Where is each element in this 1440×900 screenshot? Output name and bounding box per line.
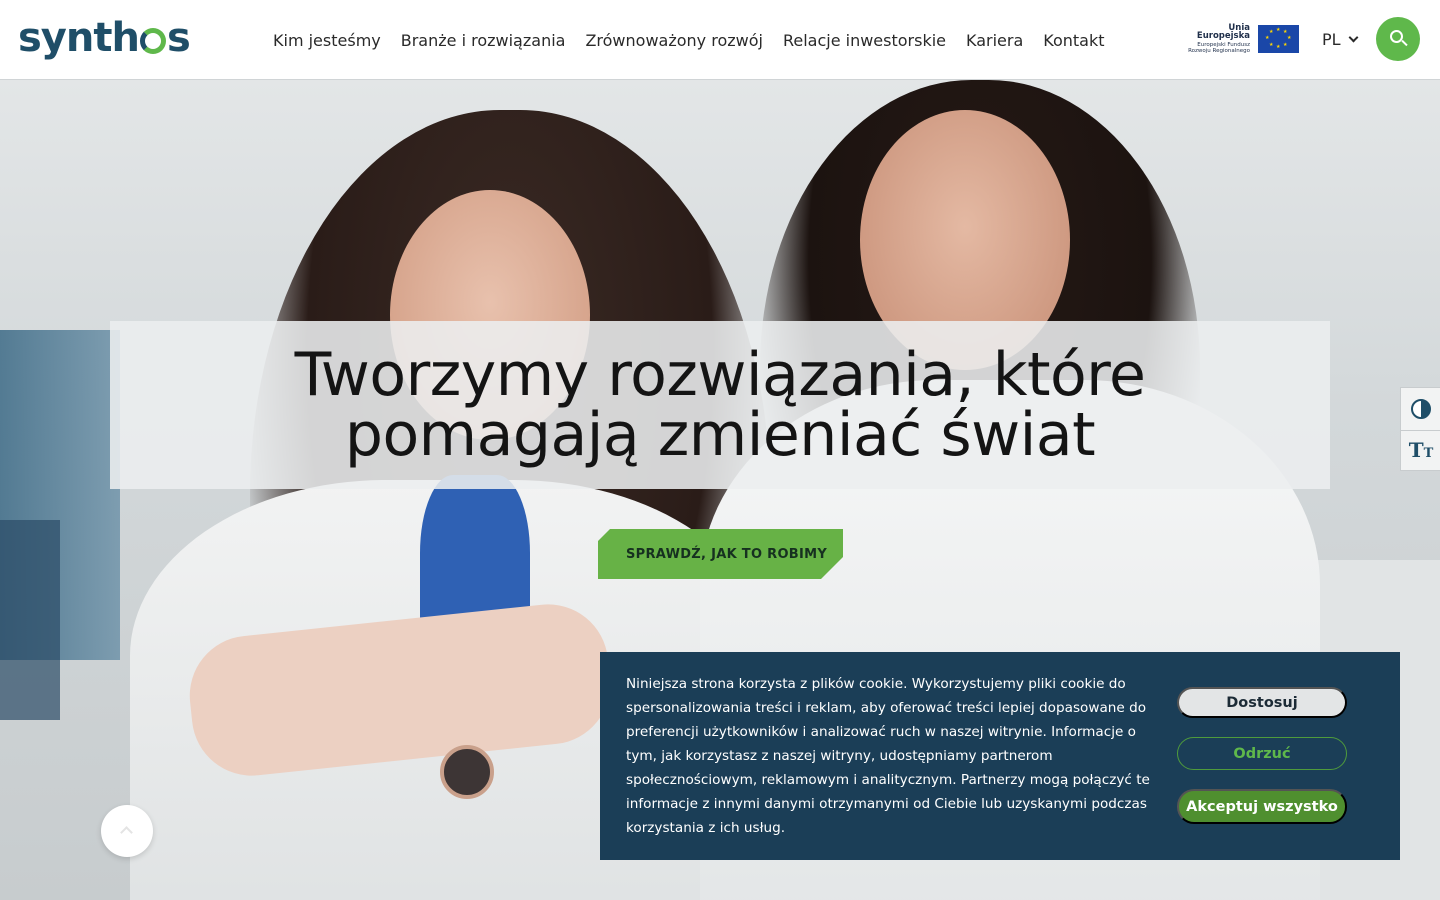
- hero-title: Tworzymy rozwiązania, które pomagają zmi…: [294, 340, 1146, 470]
- text-size-icon: TT: [1408, 437, 1434, 462]
- logo-text-end: s: [166, 15, 191, 61]
- eu-badge-title: Unia Europejska: [1196, 22, 1250, 41]
- eu-badge-text: Unia Europejska Europejski Fundusz Rozwo…: [1178, 22, 1250, 55]
- eu-flag-icon: ★ ★ ★ ★ ★ ★ ★ ★: [1258, 25, 1299, 53]
- cookie-customize-button[interactable]: Dostosuj: [1177, 687, 1347, 718]
- cookie-banner: Niniejsza strona korzysta z plików cooki…: [600, 652, 1400, 860]
- cookie-accept-all-button[interactable]: Akceptuj wszystko: [1177, 789, 1347, 824]
- nav-item-relacje-inwestorskie[interactable]: Relacje inwestorskie: [783, 31, 946, 50]
- text-size-button[interactable]: TT: [1401, 430, 1440, 472]
- cookie-banner-text: Niniejsza strona korzysta z plików cooki…: [626, 676, 1150, 836]
- eu-funding-badge[interactable]: Unia Europejska Europejski Fundusz Rozwo…: [1178, 22, 1300, 55]
- main-nav: Kim jesteśmy Branże i rozwiązania Zrówno…: [273, 0, 1125, 80]
- search-icon-handle: [1401, 39, 1408, 47]
- language-selector[interactable]: PL: [1322, 26, 1359, 52]
- site-header: synth s Kim jesteśmy Branże i rozwiązania…: [0, 0, 1440, 80]
- contrast-icon: [1411, 399, 1431, 419]
- search-button[interactable]: [1376, 17, 1420, 61]
- hero-title-box: Tworzymy rozwiązania, które pomagają zmi…: [110, 321, 1330, 489]
- logo-text-start: synth: [18, 15, 140, 61]
- chevron-down-icon: [1348, 32, 1359, 42]
- nav-item-kontakt[interactable]: Kontakt: [1043, 31, 1104, 50]
- eu-badge-subtitle-2: Rozwoju Regionalnego: [1188, 48, 1250, 54]
- cta-label: SPRAWDŹ, JAK TO ROBIMY: [626, 546, 828, 562]
- contrast-toggle-button[interactable]: [1401, 388, 1440, 430]
- nav-item-kariera[interactable]: Kariera: [966, 31, 1023, 50]
- nav-item-zrownowazony-rozwoj[interactable]: Zrównoważony rozwój: [585, 31, 763, 50]
- nav-item-kim-jestesmy[interactable]: Kim jesteśmy: [273, 31, 381, 50]
- synthos-logo[interactable]: synth s: [18, 15, 191, 61]
- logo-o-mark: [139, 28, 166, 54]
- accessibility-toolbar: TT: [1400, 387, 1440, 471]
- scroll-top-button[interactable]: [101, 805, 153, 857]
- cta-button[interactable]: SPRAWDŹ, JAK TO ROBIMY: [598, 529, 843, 579]
- chevron-up-icon: [120, 826, 133, 839]
- nav-item-branze[interactable]: Branże i rozwiązania: [401, 31, 566, 50]
- cookie-reject-button[interactable]: Odrzuć: [1177, 737, 1347, 770]
- language-current: PL: [1322, 29, 1341, 49]
